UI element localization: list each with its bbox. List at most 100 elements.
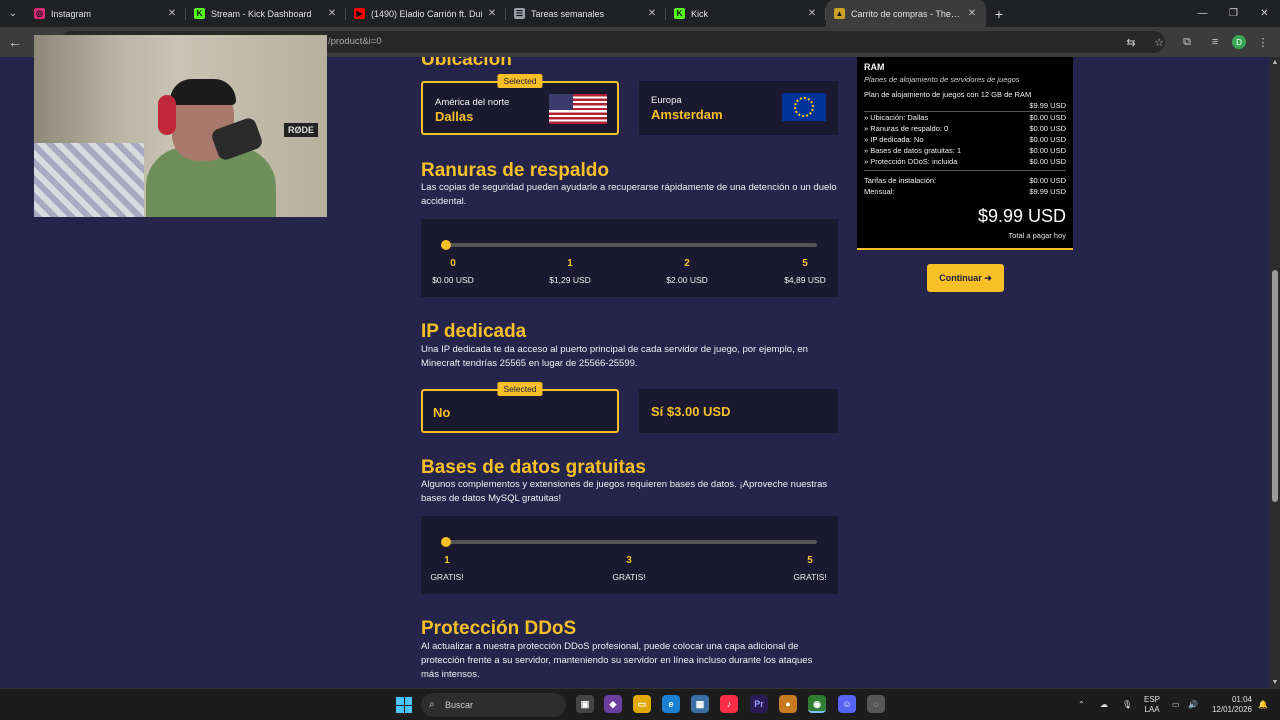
tab-search-icon[interactable]: ⌄ (0, 0, 26, 27)
location-city: Amsterdam (651, 107, 723, 122)
media-control-icon[interactable]: ≡ (1204, 30, 1226, 54)
app-icon[interactable]: ● (779, 695, 797, 713)
tab-close-icon[interactable]: ✕ (966, 8, 978, 19)
page-scrollbar[interactable]: ▲ ▼ (1270, 57, 1280, 688)
browser-tab[interactable]: K Kick ✕ (666, 0, 826, 27)
menu-kebab-icon[interactable]: ⋮ (1252, 30, 1274, 54)
tab-favicon-icon: ◎ (34, 8, 45, 19)
summary-item: » Ranuras de respaldo: 0 $0.00 USD (864, 124, 1066, 133)
chrome-icon[interactable]: ◉ (808, 695, 826, 713)
microphone-tray-icon[interactable]: 🎙 (1122, 700, 1132, 710)
tab-favicon-icon: ▶ (354, 8, 365, 19)
tab-close-icon[interactable]: ✕ (326, 8, 338, 19)
clock[interactable]: 01:04 12/01/2026 (1208, 695, 1252, 715)
notifications-icon[interactable]: 🔔 (1258, 700, 1268, 710)
browser-tab[interactable]: ◎ Instagram ✕ (26, 0, 186, 27)
summary-item: » Bases de datos gratuitas: 1 $0.00 USD (864, 146, 1066, 155)
summary-total-label: Total a pagar hoy (1008, 231, 1066, 240)
language-indicator[interactable]: ESP LAA (1144, 695, 1160, 715)
tab-favicon-icon: ▲ (834, 8, 845, 19)
task-view-icon[interactable]: ▣ (576, 695, 594, 713)
back-arrow-icon[interactable]: ← (0, 34, 30, 50)
ip-option-label: Sí $3.00 USD (651, 404, 731, 419)
summary-setup-row: Tarifas de instalación: $0.00 USD (864, 176, 1066, 185)
us-flag-icon (549, 94, 607, 124)
section-description-bases: Algunos complementos y extensiones de ju… (421, 479, 828, 504)
tray-app-icon[interactable]: ☁ (1100, 700, 1108, 710)
summary-total: $9.99 USD (977, 206, 1066, 226)
edge-icon[interactable]: e (662, 695, 680, 713)
ip-option-label: No (433, 405, 451, 420)
app-icon[interactable]: ◌ (867, 695, 885, 713)
premiere-icon[interactable]: Pr (750, 695, 768, 713)
continue-button[interactable]: Continuar ➜ (927, 264, 1004, 292)
slider-tick[interactable]: 1 GRATIS! (417, 555, 477, 582)
selected-badge: Selected (497, 382, 543, 396)
backup-slots-slider[interactable]: 0 $0.00 USD 1 $1,29 USD 2 $2.00 USD 5 $4,89 … (421, 219, 838, 297)
scrollbar-thumb[interactable] (1272, 270, 1278, 502)
browser-tab[interactable]: ▶ (1490) Eladio Carrión ft. Dui ✕ (346, 0, 506, 27)
summary-monthly-row: Mensual: $9.99 USD (864, 187, 1066, 196)
tab-strip: ⌄ ◎ Instagram ✕ K Stream - Kick Dashboard ✕ ▶ (… (0, 0, 1280, 27)
profile-avatar[interactable]: D (1232, 35, 1246, 49)
slider-tick[interactable]: 2 $2.00 USD (657, 258, 717, 285)
slider-tick[interactable]: 1 $1,29 USD (540, 258, 600, 285)
databases-slider[interactable]: 1 GRATIS! 3 GRATIS! 5 GRATIS! (421, 516, 838, 594)
network-icon[interactable]: ▭ (1172, 700, 1180, 710)
ip-option-yes[interactable]: Sí $3.00 USD (639, 389, 838, 433)
tab-close-icon[interactable]: ✕ (646, 8, 658, 19)
tab-favicon-icon: K (194, 8, 205, 19)
widgets-icon[interactable]: ◆ (604, 695, 622, 713)
slider-tick[interactable]: 5 GRATIS! (780, 555, 840, 582)
mic-brand-label: RØDE (284, 123, 319, 137)
bookmark-star-icon[interactable]: ☆ (1148, 30, 1170, 54)
summary-item: » IP dedicada: No $0.00 USD (864, 135, 1066, 144)
order-summary: RAM Planes de alojamiento de servidores … (857, 57, 1073, 250)
minimize-icon[interactable]: — (1187, 0, 1218, 27)
volume-icon[interactable]: 🔊 (1188, 700, 1198, 710)
location-option-dallas[interactable]: Selected América del norte Dallas (421, 74, 619, 135)
browser-tab[interactable]: ▲ Carrito de compras - TheGame ✕ (826, 0, 986, 27)
slider-tick[interactable]: 0 $0.00 USD (423, 258, 483, 285)
close-window-icon[interactable]: ✕ (1249, 0, 1280, 27)
summary-plan: Plan de alojamiento de juegos con 12 GB … (864, 90, 1032, 99)
file-explorer-icon[interactable]: ▭ (633, 695, 651, 713)
tab-title: Carrito de compras - TheGame (851, 8, 966, 19)
music-icon[interactable]: ♪ (720, 695, 738, 713)
window-controls: — ❐ ✕ (1187, 0, 1280, 27)
location-region: América del norte (435, 97, 510, 108)
tab-close-icon[interactable]: ✕ (806, 8, 818, 19)
taskbar-search[interactable]: ⌕ Buscar (421, 693, 566, 717)
tray-chevron-icon[interactable]: ⌃ (1078, 700, 1085, 710)
browser-tab[interactable]: ☰ Tareas semanales ✕ (506, 0, 666, 27)
section-description-ddos: Al actualizar a nuestra protección DDoS … (421, 641, 813, 680)
extensions-icon[interactable]: ⧉ (1176, 30, 1198, 54)
section-heading-respaldo: Ranuras de respaldo (421, 160, 609, 181)
store-icon[interactable]: ▦ (691, 695, 709, 713)
location-region: Europa (651, 95, 682, 106)
new-tab-button[interactable]: + (986, 0, 1012, 27)
tab-close-icon[interactable]: ✕ (486, 8, 498, 19)
slider-handle[interactable] (441, 537, 451, 547)
discord-icon[interactable]: ☺ (838, 695, 856, 713)
scroll-down-icon[interactable]: ▼ (1270, 679, 1280, 686)
summary-ram-label: RAM (864, 62, 885, 72)
slider-handle[interactable] (441, 240, 451, 250)
location-option-amsterdam[interactable]: Europa Amsterdam (639, 81, 838, 135)
selected-badge: Selected (497, 74, 543, 88)
translate-icon[interactable]: ⇆ (1120, 30, 1142, 54)
tab-close-icon[interactable]: ✕ (166, 8, 178, 19)
browser-tab[interactable]: K Stream - Kick Dashboard ✕ (186, 0, 346, 27)
restore-icon[interactable]: ❐ (1218, 0, 1249, 27)
ip-option-no[interactable]: Selected No (421, 382, 619, 433)
scroll-up-icon[interactable]: ▲ (1270, 59, 1280, 66)
divider (864, 111, 1066, 112)
slider-track[interactable] (446, 540, 817, 544)
section-heading-ip: IP dedicada (421, 321, 527, 342)
slider-tick[interactable]: 3 GRATIS! (599, 555, 659, 582)
slider-track[interactable] (446, 243, 817, 247)
slider-tick[interactable]: 5 $4,89 USD (775, 258, 835, 285)
start-button[interactable] (396, 697, 412, 713)
eu-flag-icon (782, 93, 826, 121)
section-description-respaldo: Las copias de seguridad pueden ayudarle … (421, 182, 837, 207)
